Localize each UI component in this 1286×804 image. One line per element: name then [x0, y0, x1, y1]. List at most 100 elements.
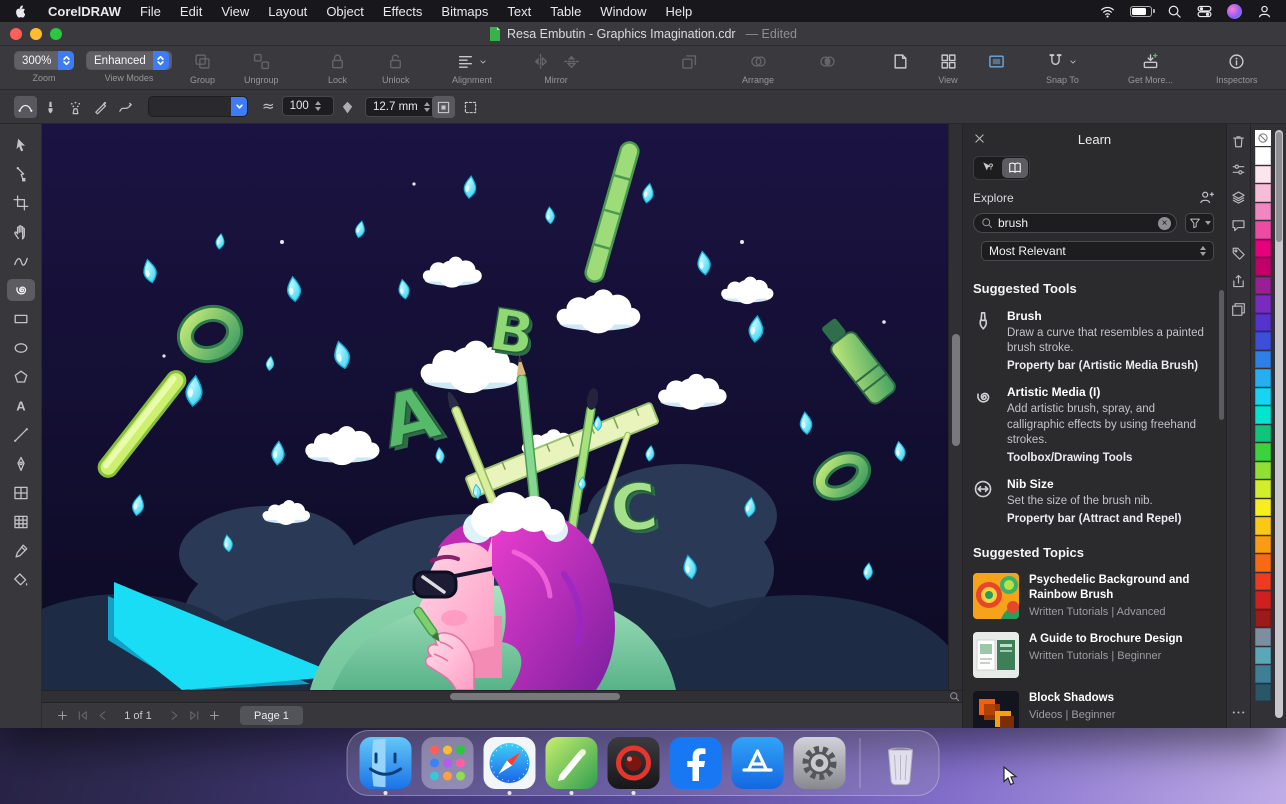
stroke-preset-select[interactable] — [148, 96, 248, 117]
close-docker-button[interactable] — [973, 132, 986, 145]
delete-inspector-button[interactable] — [1231, 134, 1246, 149]
fullscreen-preview-button[interactable] — [988, 53, 1005, 70]
color-swatch-11[interactable] — [1255, 351, 1271, 369]
menu-file[interactable]: File — [140, 4, 161, 19]
color-swatch-19[interactable] — [1255, 499, 1271, 517]
inspectors-button[interactable]: Inspectors — [1216, 51, 1258, 85]
suggested-tool-1[interactable]: Artistic Media (I)Add artistic brush, sp… — [963, 385, 1226, 464]
zoom-level-select[interactable]: 300% — [14, 51, 74, 70]
color-swatch-21[interactable] — [1255, 536, 1271, 554]
page-tab[interactable]: Page 1 — [240, 706, 303, 725]
color-swatch-13[interactable] — [1255, 388, 1271, 406]
previous-page-button[interactable] — [92, 707, 112, 725]
pen-tool[interactable] — [7, 453, 35, 475]
page-sorter-view-button[interactable] — [892, 53, 909, 70]
menu-bitmaps[interactable]: Bitmaps — [441, 4, 488, 19]
color-swatch-10[interactable] — [1255, 332, 1271, 350]
color-swatch-17[interactable] — [1255, 462, 1271, 480]
multipage-view-button[interactable] — [940, 53, 957, 70]
properties-inspector-button[interactable] — [1231, 162, 1246, 177]
sort-select[interactable]: Most Relevant — [981, 241, 1214, 261]
text-tool[interactable]: A — [7, 395, 35, 417]
control-center-icon[interactable] — [1197, 4, 1212, 19]
color-swatch-29[interactable] — [1255, 684, 1271, 702]
suggested-topic-1[interactable]: A Guide to Brochure DesignWritten Tutori… — [963, 632, 1226, 678]
vertical-scrollbar[interactable] — [948, 124, 962, 690]
artistic-media-tool[interactable] — [7, 279, 35, 301]
alignment-button[interactable]: Alignment — [452, 51, 492, 85]
menu-window[interactable]: Window — [600, 4, 646, 19]
vertical-scrollbar-thumb[interactable] — [952, 334, 960, 446]
color-swatch-2[interactable] — [1255, 184, 1271, 202]
palette-scrollbar[interactable] — [1275, 130, 1283, 718]
bounding-box-button[interactable] — [459, 96, 482, 118]
menu-text[interactable]: Text — [507, 4, 531, 19]
get-more-button[interactable]: Get More... — [1128, 51, 1173, 85]
dock-facebook[interactable] — [670, 737, 722, 789]
color-swatch-9[interactable] — [1255, 314, 1271, 332]
order-button[interactable] — [681, 53, 698, 70]
color-swatch-24[interactable] — [1255, 591, 1271, 609]
add-page-before-button[interactable] — [52, 707, 72, 725]
color-swatch-27[interactable] — [1255, 647, 1271, 665]
color-swatch-15[interactable] — [1255, 425, 1271, 443]
color-swatch-5[interactable] — [1255, 240, 1271, 258]
battery-icon[interactable] — [1130, 6, 1152, 17]
export-inspector-button[interactable] — [1231, 274, 1246, 289]
dock-coreldraw[interactable] — [546, 737, 598, 789]
color-swatch-28[interactable] — [1255, 665, 1271, 683]
user-menu-icon[interactable] — [1257, 4, 1272, 19]
sprayer-mode-button[interactable] — [64, 96, 87, 118]
canvas-artwork[interactable]: A A B B C C — [42, 124, 948, 690]
menu-edit[interactable]: Edit — [180, 4, 202, 19]
menu-layout[interactable]: Layout — [268, 4, 307, 19]
snap-to-button[interactable]: Snap To — [1046, 51, 1079, 85]
dock-safari[interactable] — [484, 737, 536, 789]
comments-inspector-button[interactable] — [1231, 218, 1246, 233]
hints-toggle-button[interactable]: ? — [975, 158, 1001, 178]
app-menu-title[interactable]: CorelDRAW — [48, 4, 121, 19]
stroke-width-spinner[interactable]: 12.7 mm — [365, 97, 437, 117]
line-tool[interactable] — [7, 424, 35, 446]
brush-mode-button[interactable] — [39, 96, 62, 118]
color-swatch-14[interactable] — [1255, 406, 1271, 424]
filter-button[interactable] — [1185, 213, 1214, 233]
tags-inspector-button[interactable] — [1231, 246, 1246, 261]
spotlight-icon[interactable] — [1167, 4, 1182, 19]
dock-photo-booth[interactable] — [608, 737, 660, 789]
last-page-button[interactable] — [184, 707, 204, 725]
search-input[interactable] — [998, 216, 1153, 230]
canvas-viewport[interactable]: A A B B C C — [42, 124, 962, 690]
wifi-icon[interactable] — [1100, 4, 1115, 19]
pan-tool[interactable] — [7, 221, 35, 243]
objects-inspector-button[interactable] — [1231, 190, 1246, 205]
intersect-button[interactable] — [819, 53, 836, 70]
menu-help[interactable]: Help — [666, 4, 693, 19]
color-swatch-3[interactable] — [1255, 203, 1271, 221]
interactive-fill-tool[interactable] — [7, 569, 35, 591]
eyedropper-tool[interactable] — [7, 540, 35, 562]
color-swatch-4[interactable] — [1255, 221, 1271, 239]
siri-icon[interactable] — [1227, 4, 1242, 19]
mirror-vertical-button[interactable] — [563, 53, 580, 70]
freehand-smoothing-spinner[interactable]: 100 — [282, 96, 334, 116]
horizontal-scrollbar-thumb[interactable] — [450, 693, 620, 700]
color-swatch-6[interactable] — [1255, 258, 1271, 276]
frames-inspector-button[interactable] — [1231, 302, 1246, 317]
view-mode-select[interactable]: Enhanced — [86, 51, 172, 70]
mesh-tool[interactable] — [7, 511, 35, 533]
lock-button[interactable]: Lock — [328, 51, 347, 85]
outline-settings-button[interactable] — [432, 96, 455, 118]
dock-system-settings[interactable] — [794, 737, 846, 789]
palette-scrollbar-thumb[interactable] — [1276, 132, 1282, 242]
suggested-tool-2[interactable]: Nib SizeSet the size of the brush nib.Pr… — [963, 477, 1226, 525]
color-swatch-0[interactable] — [1255, 147, 1271, 165]
learn-scrollbar-thumb[interactable] — [1219, 290, 1224, 420]
next-page-button[interactable] — [164, 707, 184, 725]
group-button[interactable]: Group — [190, 51, 215, 85]
sign-in-icon[interactable] — [1199, 190, 1214, 205]
pick-tool[interactable] — [7, 134, 35, 156]
dock-launchpad[interactable] — [422, 737, 474, 789]
menu-table[interactable]: Table — [550, 4, 581, 19]
color-swatch-20[interactable] — [1255, 517, 1271, 535]
